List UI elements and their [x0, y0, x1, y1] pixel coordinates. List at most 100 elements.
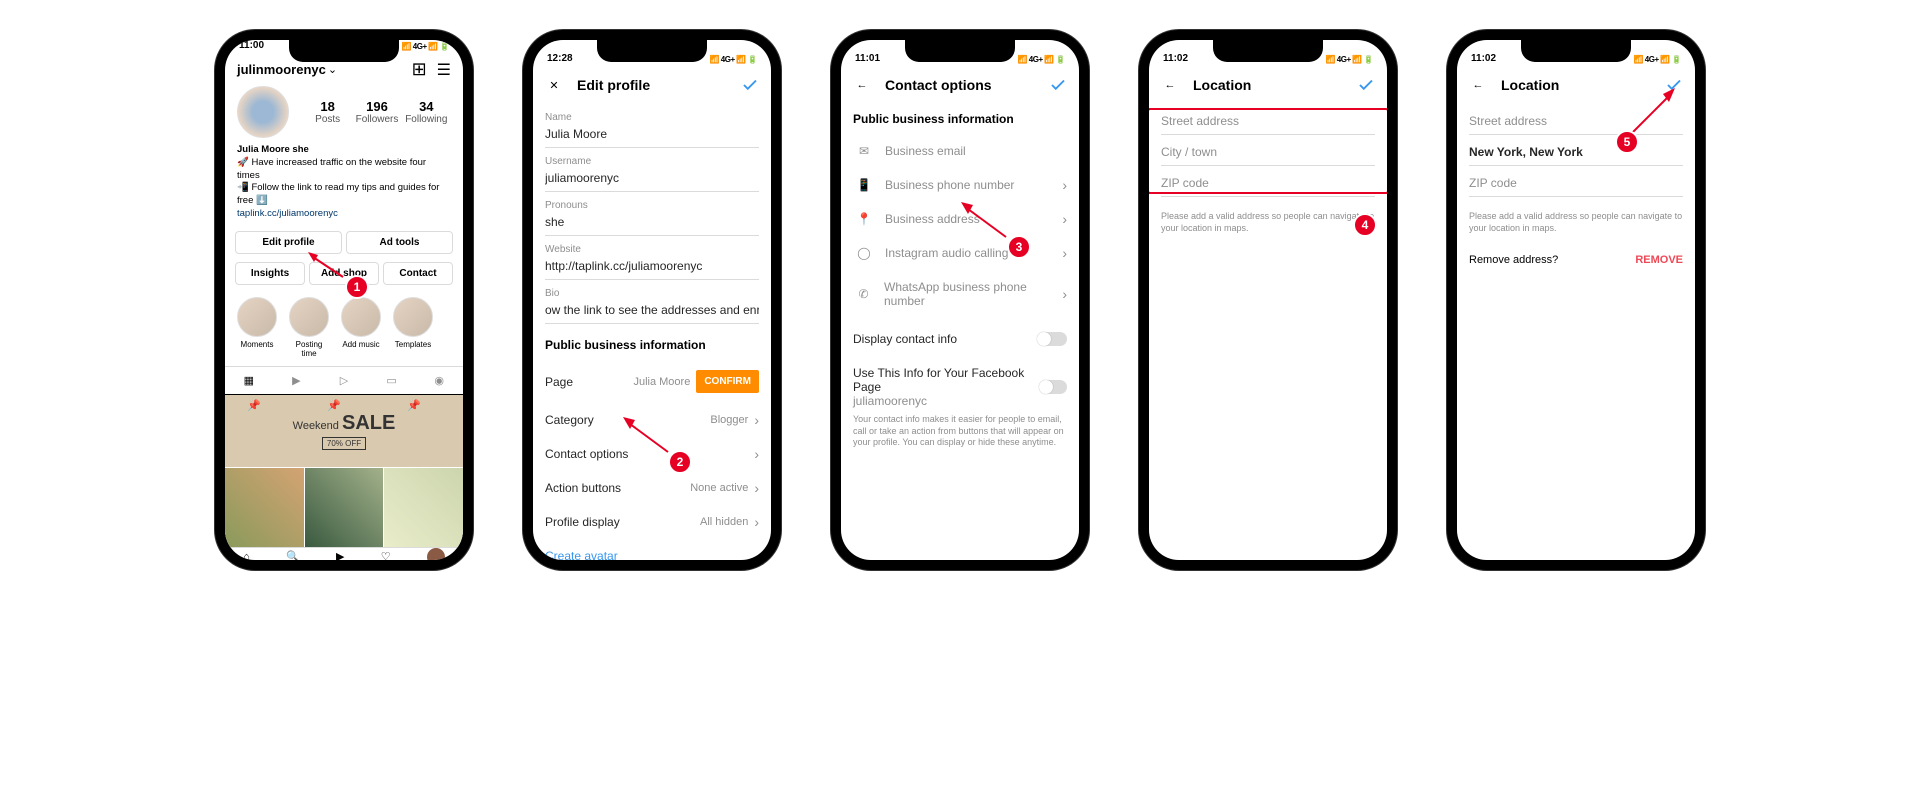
profile-display-row[interactable]: Profile displayAll hidden› — [545, 505, 759, 539]
back-icon[interactable]: ← — [1161, 76, 1179, 94]
status-indicators: 📶 4G+ 📶 🔋 — [402, 42, 449, 51]
sale-text: SALE — [342, 412, 395, 434]
display-contact-label: Display contact info — [853, 332, 957, 346]
business-phone-row[interactable]: 📱Business phone number› — [853, 168, 1067, 202]
business-email-row[interactable]: ✉Business email — [853, 134, 1067, 168]
contact-options-label: Contact options — [545, 447, 628, 461]
pronouns-label: Pronouns — [545, 200, 759, 211]
activity-icon[interactable]: ♡ — [381, 550, 391, 560]
page-header: ← Location — [1149, 66, 1387, 104]
status-indicators: 📶 4G+ 📶 🔋 — [1018, 55, 1065, 64]
close-icon[interactable]: ✕ — [545, 76, 563, 94]
username-dropdown[interactable]: julinmoorenyc — [237, 62, 326, 77]
step-badge-1: 1 — [345, 275, 369, 299]
step-badge-2: 2 — [668, 450, 692, 474]
remove-button[interactable]: REMOVE — [1635, 254, 1683, 266]
step-badge-4: 4 — [1353, 213, 1377, 237]
create-icon[interactable]: ⊞ — [412, 59, 427, 80]
notch — [1213, 40, 1323, 62]
following-stat[interactable]: 34Following — [402, 99, 451, 125]
chevron-down-icon[interactable]: ⌄ — [328, 63, 337, 76]
grid-tab[interactable]: ▦ — [225, 367, 273, 394]
posts-stat[interactable]: 18Posts — [303, 99, 352, 125]
guides-tab[interactable]: ▭ — [368, 367, 416, 394]
username-field[interactable]: juliamoorenyc — [545, 167, 759, 192]
phone-2-edit-profile: 12:28 📶 4G+ 📶 🔋 ✕ Edit profile Name Juli… — [523, 30, 781, 570]
audio-label: Instagram audio calling — [885, 246, 1008, 260]
profile-display-label: Profile display — [545, 515, 620, 529]
confirm-check-icon[interactable] — [741, 76, 759, 94]
status-time: 11:02 — [1163, 53, 1188, 64]
story-music[interactable]: Add music — [339, 297, 383, 358]
confirm-check-icon[interactable] — [1357, 76, 1375, 94]
notch — [597, 40, 707, 62]
business-address-row[interactable]: 📍Business address› — [853, 202, 1067, 236]
website-field[interactable]: http://taplink.cc/juliamoorenyc — [545, 255, 759, 280]
story-posting[interactable]: Posting time — [287, 297, 331, 358]
page-value: Julia Moore — [633, 376, 690, 388]
email-label: Business email — [885, 144, 966, 158]
avatar[interactable] — [237, 86, 289, 138]
chevron-right-icon: › — [1062, 287, 1067, 301]
status-time: 11:00 — [239, 40, 264, 51]
post-thumbnail[interactable] — [384, 468, 463, 547]
story-highlights: Moments Posting time Add music Templates — [225, 289, 463, 366]
bio-block: Julia Moore she 🚀 Have increased traffic… — [225, 144, 463, 227]
posts-count: 18 — [303, 99, 352, 114]
post-thumbnail[interactable] — [305, 468, 384, 547]
followers-label: Followers — [352, 114, 401, 125]
pinned-sale-post[interactable]: 📌 📌 📌 Weekend SALE 70% OFF — [225, 395, 463, 467]
profile-nav-icon[interactable] — [427, 548, 445, 560]
search-icon[interactable]: 🔍 — [286, 550, 300, 560]
phone-3-contact-options: 11:01 📶 4G+ 📶 🔋 ← Contact options Public… — [831, 30, 1089, 570]
display-contact-toggle[interactable] — [1037, 332, 1067, 346]
page-header: ← Contact options — [841, 66, 1079, 104]
fb-sync-label: Use This Info for Your Facebook Page — [853, 366, 1024, 394]
fb-page-name: juliamoorenyc — [853, 394, 927, 408]
whatsapp-row[interactable]: ✆WhatsApp business phone number› — [853, 270, 1067, 318]
location-icon: 📍 — [853, 212, 875, 226]
audio-calling-row[interactable]: ◯Instagram audio calling› — [853, 236, 1067, 270]
confirm-button[interactable]: CONFIRM — [696, 370, 759, 393]
zip-field[interactable]: ZIP code — [1469, 166, 1683, 197]
video-tab[interactable]: ▷ — [320, 367, 368, 394]
pronouns-field[interactable]: she — [545, 211, 759, 236]
page-row[interactable]: PageJulia MooreCONFIRM — [545, 360, 759, 403]
story-moments[interactable]: Moments — [235, 297, 279, 358]
page-header: ✕ Edit profile — [533, 66, 771, 104]
following-count: 34 — [402, 99, 451, 114]
reels-tab[interactable]: ▶ — [273, 367, 321, 394]
contact-button[interactable]: Contact — [383, 262, 453, 285]
menu-icon[interactable]: ☰ — [437, 60, 451, 80]
page-title: Location — [1193, 77, 1343, 93]
back-icon[interactable]: ← — [1469, 76, 1487, 94]
remove-question: Remove address? — [1469, 254, 1558, 266]
city-field[interactable]: New York, New York — [1469, 135, 1683, 166]
edit-profile-button[interactable]: Edit profile — [235, 231, 342, 254]
bio-field[interactable]: ow the link to see the addresses and enr… — [545, 299, 759, 324]
form-content: Name Julia Moore Username juliamoorenyc … — [533, 104, 771, 560]
insights-button[interactable]: Insights — [235, 262, 305, 285]
fb-sync-toggle[interactable] — [1039, 380, 1067, 394]
screen: 12:28 📶 4G+ 📶 🔋 ✕ Edit profile Name Juli… — [533, 40, 771, 560]
screen: 11:00 📶 4G+ 📶 🔋 julinmoorenyc ⌄ ⊞ ☰ 18Po… — [225, 40, 463, 560]
back-icon[interactable]: ← — [853, 76, 871, 94]
confirm-check-icon[interactable] — [1049, 76, 1067, 94]
create-avatar-link[interactable]: Create avatar — [545, 539, 759, 560]
action-buttons-row[interactable]: Action buttonsNone active› — [545, 471, 759, 505]
step-badge-3: 3 — [1007, 235, 1031, 259]
home-icon[interactable]: ⌂ — [243, 551, 250, 560]
contact-content: Public business information ✉Business em… — [841, 104, 1079, 560]
pbi-header: Public business information — [853, 112, 1067, 126]
chevron-right-icon: › — [754, 413, 759, 427]
reels-nav-icon[interactable]: ▶ — [336, 550, 344, 560]
story-templates[interactable]: Templates — [391, 297, 435, 358]
name-field[interactable]: Julia Moore — [545, 123, 759, 148]
post-thumbnail[interactable] — [225, 468, 304, 547]
pin-icon: 📌 — [407, 399, 421, 412]
tagged-tab[interactable]: ◉ — [415, 367, 463, 394]
followers-stat[interactable]: 196Followers — [352, 99, 401, 125]
bio-link[interactable]: taplink.cc/juliamoorenyc — [237, 208, 451, 221]
ad-tools-button[interactable]: Ad tools — [346, 231, 453, 254]
status-indicators: 📶 4G+ 📶 🔋 — [1634, 55, 1681, 64]
